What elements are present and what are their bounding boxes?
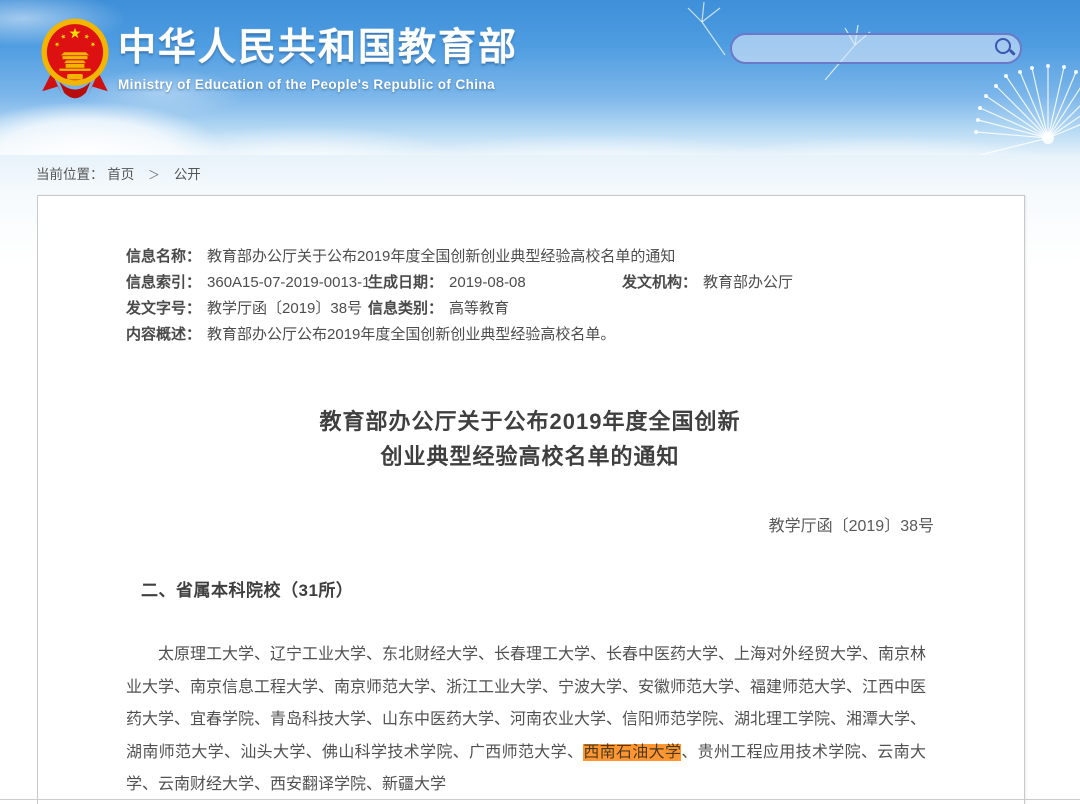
meta-row-docno-category: 发文字号： 教学厅函〔2019〕38号 信息类别： 高等教育 bbox=[126, 296, 934, 322]
university-list-paragraph: 太原理工大学、辽宁工业大学、东北财经大学、长春理工大学、长春中医药大学、上海对外… bbox=[126, 639, 926, 802]
meta-label-date: 生成日期： bbox=[368, 274, 444, 291]
meta-value-summary: 教育部办公厅公布2019年度全国创新创业典型经验高校名单。 bbox=[207, 326, 616, 343]
document-metadata: 信息名称： 教育部办公厅关于公布2019年度全国创新创业典型经验高校名单的通知 … bbox=[126, 244, 934, 348]
meta-value-date: 2019-08-08 bbox=[449, 274, 526, 291]
meta-label-agency: 发文机构： bbox=[622, 274, 698, 291]
meta-value-name: 教育部办公厅关于公布2019年度全国创新创业典型经验高校名单的通知 bbox=[207, 248, 676, 265]
floating-seed-2 bbox=[687, 1, 726, 56]
document-title: 教育部办公厅关于公布2019年度全国创新 创业典型经验高校名单的通知 bbox=[126, 404, 934, 474]
document-number: 教学厅函〔2019〕38号 bbox=[768, 518, 934, 535]
meta-label-docno: 发文字号： bbox=[126, 300, 202, 317]
meta-row-name: 信息名称： 教育部办公厅关于公布2019年度全国创新创业典型经验高校名单的通知 bbox=[126, 244, 934, 270]
breadcrumb-link-section[interactable]: 公开 bbox=[174, 167, 201, 182]
search-box bbox=[730, 33, 1022, 64]
search-input[interactable] bbox=[730, 33, 1022, 64]
document-title-line1: 教育部办公厅关于公布2019年度全国创新 bbox=[319, 409, 741, 434]
dandelion-head bbox=[974, 64, 1080, 155]
dandelion-graphic bbox=[687, 1, 1080, 155]
search-button[interactable] bbox=[992, 36, 1018, 61]
national-emblem-logo bbox=[41, 18, 109, 99]
meta-row-index-date-agency: 信息索引： 360A15-07-2019-0013-1 生成日期： 2019-0… bbox=[126, 270, 934, 296]
meta-label-index: 信息索引： bbox=[126, 274, 202, 291]
meta-label-summary: 内容概述： bbox=[126, 326, 202, 343]
meta-value-index: 360A15-07-2019-0013-1 bbox=[207, 274, 371, 291]
breadcrumb-link-home[interactable]: 首页 bbox=[107, 167, 134, 182]
meta-value-agency: 教育部办公厅 bbox=[703, 274, 794, 291]
highlighted-university: 西南石油大学 bbox=[583, 743, 682, 761]
page: 中华人民共和国教育部 Ministry of Education of the … bbox=[0, 0, 1080, 804]
breadcrumb-separator: ＞ bbox=[148, 168, 161, 182]
document-title-line2: 创业典型经验高校名单的通知 bbox=[380, 444, 680, 469]
site-subtitle-english: Ministry of Education of the People's Re… bbox=[118, 77, 495, 92]
section-heading: 二、省属本科院校（31所） bbox=[141, 581, 354, 600]
meta-value-category: 高等教育 bbox=[449, 300, 510, 317]
breadcrumb-location-label: 当前位置： bbox=[36, 167, 104, 182]
meta-label-category: 信息类别： bbox=[368, 300, 444, 317]
site-header: 中华人民共和国教育部 Ministry of Education of the … bbox=[0, 0, 1080, 155]
breadcrumb: 当前位置： 首页 ＞ 公开 bbox=[0, 155, 1080, 195]
search-icon bbox=[992, 36, 1018, 61]
meta-label-name: 信息名称： bbox=[126, 248, 202, 265]
main-area: 当前位置： 首页 ＞ 公开 信息名称： 教育部办公厅关于公布2019年度全国创新… bbox=[0, 155, 1080, 804]
meta-row-summary: 内容概述： 教育部办公厅公布2019年度全国创新创业典型经验高校名单。 bbox=[126, 322, 934, 348]
content-panel: 信息名称： 教育部办公厅关于公布2019年度全国创新创业典型经验高校名单的通知 … bbox=[37, 195, 1025, 804]
brand-block: 中华人民共和国教育部 Ministry of Education of the … bbox=[118, 16, 518, 92]
meta-value-docno: 教学厅函〔2019〕38号 bbox=[207, 300, 363, 317]
footer-divider bbox=[0, 799, 1080, 800]
site-title: 中华人民共和国教育部 bbox=[118, 27, 519, 69]
